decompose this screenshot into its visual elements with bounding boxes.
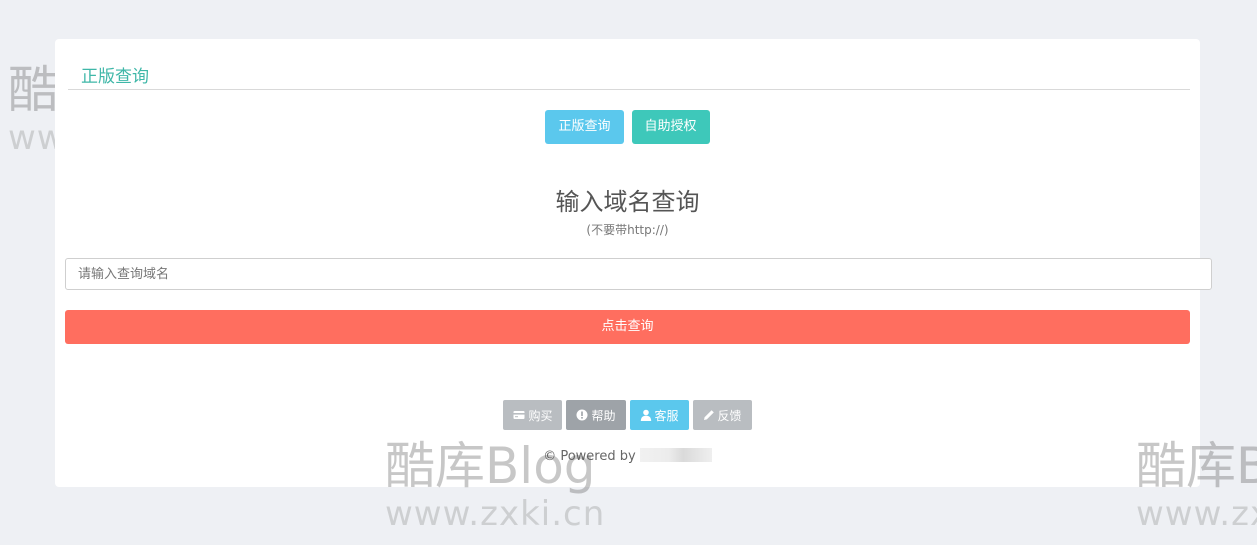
query-note: (不要带http://) [586,223,669,237]
watermark-url: www.zxki.cn [1136,494,1257,534]
buy-button[interactable]: 购买 [503,400,563,430]
card-icon [513,409,525,421]
customer-service-button-label: 客服 [654,408,679,423]
tab-bar: 正版查询 自助授权 [55,110,1200,144]
buy-button-label: 购买 [528,408,553,423]
panel-title: 正版查询 [81,67,149,87]
query-heading: 输入域名查询 [555,188,700,216]
footer-button-group: 购买 帮助 客服 反馈 [55,400,1200,430]
watermark-url: www.zxki.cn [385,494,606,534]
alert-circle-icon [576,409,588,421]
customer-service-button[interactable]: 客服 [629,400,689,430]
help-button-label: 帮助 [591,408,616,423]
query-submit-button[interactable]: 点击查询 [65,310,1190,344]
query-panel: 正版查询 正版查询 自助授权 输入域名查询 (不要带http://) 点击查询 … [55,39,1212,487]
tab-self-authorize[interactable]: 自助授权 [631,110,710,144]
pencil-icon [703,409,715,421]
divider [68,89,1190,90]
feedback-button[interactable]: 反馈 [692,400,752,430]
domain-input[interactable] [65,258,1212,290]
powered-by-text: © Powered by [543,449,636,464]
help-button[interactable]: 帮助 [566,400,626,430]
user-icon [640,409,652,421]
feedback-button-label: 反馈 [717,408,742,423]
redacted-link [639,448,712,462]
powered-by: © Powered by [55,448,1200,464]
tab-genuine-query[interactable]: 正版查询 [545,110,624,144]
